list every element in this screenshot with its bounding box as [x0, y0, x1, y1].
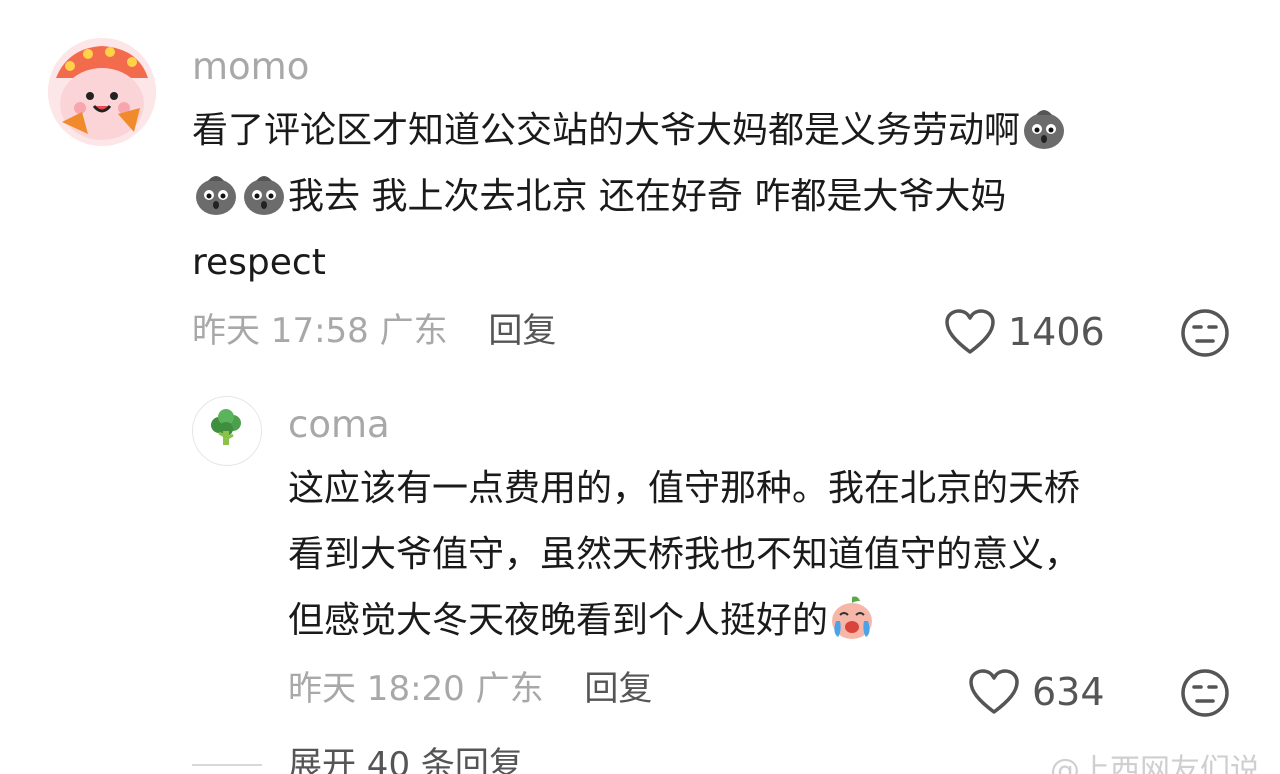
like-count: 1406	[1008, 310, 1105, 354]
comment-line-text: 看了评论区才知道公交站的大爷大妈都是义务劳动啊	[192, 110, 1021, 151]
heart-outline-icon	[945, 309, 995, 354]
like-count: 634	[1032, 670, 1105, 714]
reply-line-text: 但感觉大冬天夜晚看到个人挺好的	[288, 600, 829, 641]
avatar[interactable]	[48, 38, 156, 146]
reply-line: 看到大爷值守，虽然天桥我也不知道值守的意义，	[288, 522, 1080, 588]
reaction-button[interactable]	[1180, 668, 1230, 722]
comment-body: 看了评论区才知道公交站的大爷大妈都是义务劳动啊 我去 我上次去北京 还在好奇 咋…	[192, 98, 1068, 296]
comment-location: 广东	[379, 311, 448, 351]
comment-line-text: respect	[192, 242, 326, 283]
comment-line: respect	[192, 230, 1068, 296]
watermark: @上西网友们说	[1050, 753, 1260, 774]
reply-location: 广东	[475, 669, 544, 709]
broccoli-avatar-icon	[211, 409, 241, 445]
reply-body: 这应该有一点费用的，值守那种。我在北京的天桥 看到大爷值守，虽然天桥我也不知道值…	[288, 456, 1080, 654]
rock-face-emoji-icon	[1024, 110, 1065, 149]
reply-meta: 昨天 18:20 广东 回复	[288, 672, 652, 706]
expand-replies[interactable]: 展开 40 条回复	[192, 748, 523, 774]
divider	[192, 764, 262, 766]
neutral-face-icon	[1181, 309, 1229, 357]
reply-line-text: 这应该有一点费用的，值守那种。我在北京的天桥	[288, 468, 1081, 509]
reaction-button[interactable]	[1180, 308, 1230, 362]
comment-thread: momo 看了评论区才知道公交站的大爷大妈都是义务劳动啊 我去 我上次去北京 还…	[0, 0, 1280, 774]
comment-line: 看了评论区才知道公交站的大爷大妈都是义务劳动啊	[192, 98, 1068, 164]
avatar[interactable]	[192, 396, 262, 466]
comment-time: 昨天 17:58	[192, 311, 369, 351]
rock-face-emoji-icon	[196, 176, 236, 215]
rock-face-emoji-icon	[244, 176, 284, 215]
crying-peach-emoji-icon	[832, 596, 873, 639]
pink-character-avatar-icon	[48, 38, 156, 146]
expand-replies-label: 展开 40 条回复	[288, 745, 523, 774]
reply-line-text: 看到大爷值守，虽然天桥我也不知道值守的意义，	[288, 534, 1081, 575]
heart-outline-icon	[969, 669, 1019, 714]
reply-username[interactable]: coma	[288, 406, 390, 443]
reply-time: 昨天 18:20	[288, 669, 465, 709]
neutral-face-icon	[1181, 669, 1229, 717]
reply-line: 这应该有一点费用的，值守那种。我在北京的天桥	[288, 456, 1080, 522]
reply-button[interactable]: 回复	[584, 669, 652, 709]
comment-meta: 昨天 17:58 广东 回复	[192, 314, 556, 348]
comment-line-text: 我去 我上次去北京 还在好奇 咋都是大爷大妈	[288, 176, 1007, 217]
reply-button[interactable]: 回复	[488, 311, 556, 351]
comment-username[interactable]: momo	[192, 48, 309, 85]
like-button[interactable]: 1406	[944, 308, 1105, 356]
comment-line: 我去 我上次去北京 还在好奇 咋都是大爷大妈	[192, 164, 1068, 230]
reply-line: 但感觉大冬天夜晚看到个人挺好的	[288, 588, 1080, 654]
like-button[interactable]: 634	[968, 668, 1105, 716]
